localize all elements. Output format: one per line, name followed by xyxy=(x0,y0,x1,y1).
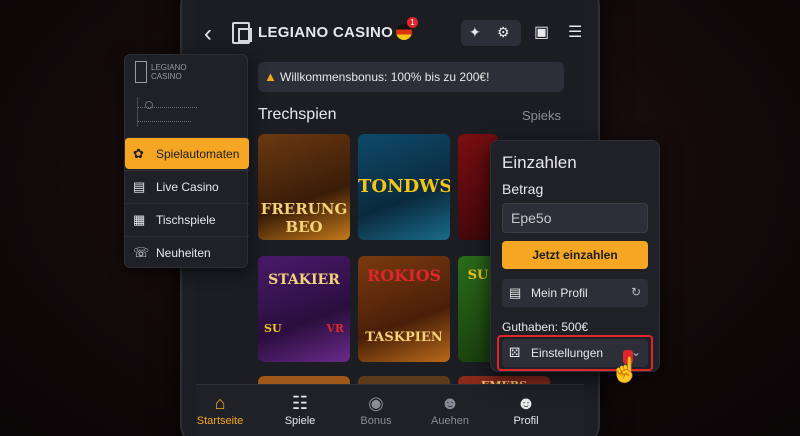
sidebar-item-table-games[interactable]: ▦ Tischspiele xyxy=(125,203,249,235)
amount-input[interactable] xyxy=(502,203,648,233)
tree-diagram-icon xyxy=(135,93,235,133)
logo-icon xyxy=(232,22,252,44)
user-icon: ☻ xyxy=(440,393,460,413)
sidebar-item-label: Spielautomaten xyxy=(156,147,240,161)
sidebar-item-label: Neuheiten xyxy=(156,246,211,260)
nav-label: Profil xyxy=(513,415,539,427)
game-tile-title: TONDWS xyxy=(358,176,450,197)
sidebar-logo-line: LEGIANO xyxy=(151,63,187,72)
nav-label: Auehen xyxy=(431,415,469,427)
profile-icon: ☻ xyxy=(516,393,536,413)
amount-label: Betrag xyxy=(502,181,544,197)
sidebar-logo-text: LEGIANO CASINO xyxy=(151,63,187,81)
nav-label: Spiele xyxy=(284,415,316,427)
bottom-navigation: ⌂ Startseite ☷ Spiele ◉ Bonus ☻ Auehen ☻… xyxy=(196,384,584,436)
brand-title: LEGIANO CASINO xyxy=(258,24,394,41)
row-label: Einstellungen xyxy=(531,346,604,360)
section-more-link[interactable]: Spieks xyxy=(522,108,561,123)
game-tile-subtitle: TASKPIEN xyxy=(365,330,443,345)
deposit-submit-button[interactable]: Jetzt einzahlen xyxy=(502,241,648,269)
nav-bonus[interactable]: ◉ Bonus xyxy=(338,393,414,427)
sidebar-logo: LEGIANO CASINO xyxy=(135,61,239,91)
chat-icon[interactable]: ▣ xyxy=(534,22,549,42)
game-tile-subtitle: BEO xyxy=(285,218,323,236)
menu-icon[interactable]: ☰ xyxy=(568,22,582,42)
game-tile[interactable]: STAKIER SU VR xyxy=(258,256,350,362)
category-sidebar: LEGIANO CASINO ✿ Spielautomaten ▤ Live C… xyxy=(124,54,249,268)
welcome-bonus-banner[interactable]: ▲ Willkommensbonus: 100% bis zu 200€! xyxy=(258,62,564,92)
sidebar-logo-line: CASINO xyxy=(151,72,182,81)
game-tile-title: ROKIOS xyxy=(366,266,442,285)
refresh-icon[interactable]: ↻ xyxy=(631,285,641,299)
notification-badge: 1 xyxy=(407,17,418,28)
nav-label: Startseite xyxy=(196,415,244,427)
banner-text: Willkommensbonus: 100% bis zu 200€! xyxy=(280,70,490,84)
toolbar-button-group: ✦ ⚙ xyxy=(461,20,521,46)
sidebar-item-label: Live Casino xyxy=(156,180,219,194)
game-tile-symbol: VR xyxy=(326,322,344,335)
phone-icon: ☏ xyxy=(133,245,150,260)
game-tile-title: FRERUNG xyxy=(260,200,348,218)
nav-search[interactable]: ☻ Auehen xyxy=(412,393,488,427)
sidebar-item-label: Tischspiele xyxy=(156,213,216,227)
my-profile-row[interactable]: ▤ Mein Profil ↻ xyxy=(502,279,648,307)
section-title: Trechspien xyxy=(258,106,337,123)
bonus-icon: ◉ xyxy=(368,393,384,413)
hand-pointer-icon: ☝ xyxy=(610,357,640,384)
grid-icon: ▦ xyxy=(133,212,146,227)
back-arrow-icon[interactable]: ‹ xyxy=(204,20,212,48)
game-tile-title: STAKIER xyxy=(268,272,340,288)
deposit-panel: Einzahlen Betrag Jetzt einzahlen ▤ Mein … xyxy=(490,140,660,372)
dice-icon: ⚄ xyxy=(509,345,521,360)
nav-label: Bonus xyxy=(360,415,392,427)
slot-icon: ✿ xyxy=(133,146,144,161)
gear-icon[interactable]: ⚙ xyxy=(497,24,510,41)
calendar-icon: ▤ xyxy=(133,179,146,194)
nav-profile[interactable]: ☻ Profil xyxy=(488,393,564,427)
game-tile[interactable]: TONDWS xyxy=(358,134,450,240)
gamepad-icon: ☷ xyxy=(291,393,309,413)
sidebar-item-live-casino[interactable]: ▤ Live Casino xyxy=(125,170,249,202)
sidebar-item-slots[interactable]: ✿ Spielautomaten xyxy=(125,137,249,169)
sparkle-icon[interactable]: ✦ xyxy=(469,24,481,41)
row-label: Mein Profil xyxy=(531,286,588,300)
logo-icon xyxy=(135,61,147,83)
game-tile[interactable]: FRERUNG BEO xyxy=(258,134,350,240)
game-tile[interactable]: ROKIOS TASKPIEN xyxy=(358,256,450,362)
triangle-alert-icon: ▲ xyxy=(264,69,277,84)
top-bar: ‹ LEGIANO CASINO 1 ✦ ⚙ ▣ ☰ xyxy=(196,12,584,54)
nav-games[interactable]: ☷ Spiele xyxy=(262,393,338,427)
calendar-icon: ▤ xyxy=(509,285,522,300)
home-icon: ⌂ xyxy=(214,393,226,413)
balance-text: Guthaben: 500€ xyxy=(502,320,589,334)
nav-home[interactable]: ⌂ Startseite xyxy=(196,393,258,427)
panel-title: Einzahlen xyxy=(502,153,577,172)
sidebar-item-new[interactable]: ☏ Neuheiten xyxy=(125,236,249,268)
